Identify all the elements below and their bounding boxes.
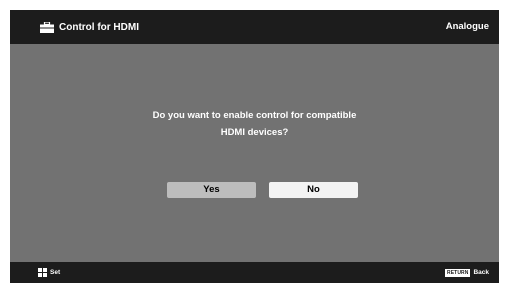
question-line-1: Do you want to enable control for compat… <box>152 110 357 121</box>
dialog-question: Do you want to enable control for compat… <box>10 107 499 141</box>
footer-set-hint: Set <box>38 262 60 283</box>
back-label: Back <box>473 269 489 276</box>
question-line-2: HDMI devices? <box>220 127 289 138</box>
dpad-icon <box>38 268 47 277</box>
no-button[interactable]: No <box>269 182 358 198</box>
header-title-group: Control for HDMI <box>40 10 139 44</box>
yes-button[interactable]: Yes <box>167 182 256 198</box>
set-label: Set <box>50 269 61 276</box>
tv-screen: Control for HDMI Analogue Do you want to… <box>10 10 499 283</box>
input-source-label: Analogue <box>445 21 489 32</box>
page-title: Control for HDMI <box>59 21 139 33</box>
return-key-badge: RETURN <box>445 268 471 277</box>
footer-back-hint: RETURN Back <box>445 262 489 283</box>
toolbox-icon <box>40 21 54 33</box>
footer-bar: Set RETURN Back <box>10 262 499 283</box>
header-bar: Control for HDMI Analogue <box>10 10 499 44</box>
dialog-area: Do you want to enable control for compat… <box>10 44 499 262</box>
